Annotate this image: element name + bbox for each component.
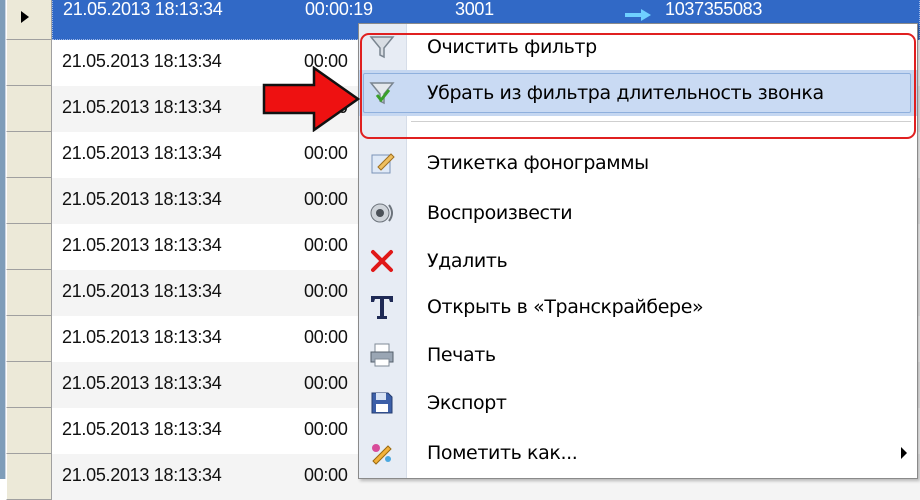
submenu-arrow-icon [901,447,907,459]
row-header-current[interactable] [6,0,52,40]
row-header[interactable] [6,224,52,270]
menu-item-label: Удалить [427,250,508,272]
menu-item-mark-as[interactable]: Пометить как... [359,430,917,476]
label-edit-icon [371,153,395,174]
cell-date: 21.05.2013 18:13:34 [62,281,222,301]
cell-duration: 00:00 [304,143,348,163]
row-header[interactable] [6,178,52,224]
row-header[interactable] [6,40,52,86]
row-header[interactable] [6,454,52,500]
cell-date: 21.05.2013 18:13:34 [63,0,223,19]
cell-date: 21.05.2013 18:13:34 [62,235,222,255]
annotation-arrow-icon [262,66,360,132]
row-header[interactable] [6,362,52,408]
cell-date: 21.05.2013 18:13:34 [62,51,222,71]
cell-duration: 00:00 [304,235,348,255]
export-icon [371,392,393,414]
row-header[interactable] [6,132,52,178]
current-row-pointer-icon [21,10,29,23]
menu-item-label: Воспроизвести [427,202,573,224]
cell-duration: 00:00 [304,419,348,439]
row-header[interactable] [6,270,52,316]
row-header[interactable] [6,86,52,132]
cell-duration: 00:00 [304,465,348,485]
delete-x-icon [371,250,393,272]
cell-date: 21.05.2013 18:13:34 [62,189,222,209]
cell-date: 21.05.2013 18:13:34 [62,97,222,117]
menu-item-export[interactable]: Экспорт [359,380,917,426]
printer-icon [370,343,394,367]
outgoing-call-arrow-icon [625,9,651,21]
menu-item-play[interactable]: Воспроизвести [359,190,917,236]
cell-duration: 00:00 [304,281,348,301]
mark-icon [372,444,392,465]
cell-duration: 00:00 [304,327,348,347]
menu-item-label: Открыть в «Транскрайбере» [427,296,704,318]
menu-item-label: Этикетка фонограммы [427,152,649,174]
transcriber-t-icon [371,296,393,319]
cell-duration: 00:00 [304,189,348,209]
row-header-column [6,0,52,500]
menu-item-label: Экспорт [427,392,507,414]
menu-item-print[interactable]: Печать [359,332,917,378]
cell-duration: 00:00 [304,373,348,393]
menu-item-open-transcriber[interactable]: Открыть в «Транскрайбере» [359,284,917,330]
row-header[interactable] [6,408,52,454]
menu-item-label: Печать [427,344,496,366]
cell-date: 21.05.2013 18:13:34 [62,327,222,347]
menu-item-label: Пометить как... [427,442,578,464]
cell-date: 21.05.2013 18:13:34 [62,465,222,485]
row-header[interactable] [6,316,52,362]
cell-date: 21.05.2013 18:13:34 [62,143,222,163]
menu-item-recording-label[interactable]: Этикетка фонограммы [359,140,917,186]
cell-date: 21.05.2013 18:13:34 [62,373,222,393]
cell-date: 21.05.2013 18:13:34 [62,419,222,439]
menu-item-delete[interactable]: Удалить [359,238,917,284]
speaker-icon [370,203,393,223]
annotation-highlight-box [360,33,916,139]
